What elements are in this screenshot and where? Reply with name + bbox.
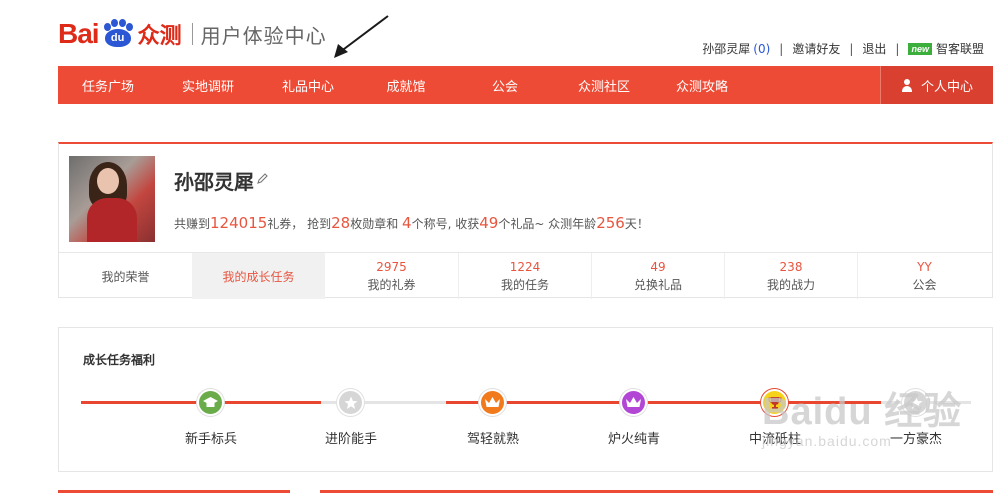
- logo-paw-text: du: [104, 29, 131, 47]
- logo-text: Bai: [58, 18, 100, 49]
- growth-section-title: 成长任务福利: [83, 353, 156, 367]
- gift-count: 49: [479, 214, 499, 232]
- avatar[interactable]: [69, 156, 155, 242]
- stat-label: 我的礼券: [367, 277, 416, 292]
- stat-value: YY: [917, 259, 932, 274]
- star-icon[interactable]: [337, 389, 364, 416]
- tab-label: 我的荣誉: [101, 269, 150, 284]
- baidu-jingyan-watermark: Baidu 经验 jingyan.baidu.com: [762, 391, 963, 449]
- user-icon: [901, 78, 913, 92]
- top-user-links: 孙邵灵犀 (0) | 邀请好友 | 退出 | new 智客联盟: [702, 40, 984, 57]
- nav-item-field-research[interactable]: 实地调研: [158, 76, 258, 95]
- crown-icon[interactable]: [620, 389, 647, 416]
- tab-my-honors[interactable]: 我的荣誉: [59, 253, 192, 299]
- new-badge-icon: new: [908, 42, 932, 55]
- tab-label: 我的成长任务: [222, 269, 295, 284]
- level-label: 驾轻就熟: [466, 432, 519, 447]
- edit-pencil-icon[interactable]: [256, 172, 269, 185]
- stat-label: 公会: [912, 277, 937, 292]
- stat-value: 2975: [376, 259, 407, 274]
- stat-label: 我的战力: [766, 277, 815, 292]
- stat-value: 1224: [509, 259, 541, 274]
- profile-card: 孙邵灵犀 共赚到124015礼券， 抢到28枚勋章和 4个称号, 收获49个礼品…: [58, 142, 993, 299]
- stat-label: 我的任务: [500, 277, 549, 292]
- logo-subtitle: 用户体验中心: [200, 23, 327, 48]
- level-label: 进阶能手: [324, 432, 377, 447]
- nav-item-task-square[interactable]: 任务广场: [58, 76, 158, 95]
- tab-my-coupons[interactable]: 2975 我的礼券: [325, 253, 458, 299]
- nav-item-guide[interactable]: 众测攻略: [652, 76, 752, 95]
- stat-label: 兑换礼品: [633, 277, 682, 292]
- main-nav: 任务广场 实地调研 礼品中心 成就馆 公会 众测社区 众测攻略 个人中心: [58, 66, 993, 104]
- user-center-label: 个人中心: [920, 79, 973, 95]
- level-label: 炉火纯青: [607, 432, 660, 447]
- level-label: 新手标兵: [184, 432, 237, 447]
- profile-summary: 共赚到124015礼券， 抢到28枚勋章和 4个称号, 收获49个礼品~ 众测年…: [174, 214, 649, 232]
- annotation-arrow-icon: [334, 15, 389, 58]
- message-count[interactable]: (0): [753, 42, 770, 56]
- tab-my-growth-tasks[interactable]: 我的成长任务: [192, 253, 325, 299]
- medal-count: 28: [331, 214, 351, 232]
- link-divider: |: [895, 41, 900, 56]
- top-username-link[interactable]: 孙邵灵犀: [702, 40, 750, 57]
- tab-guild[interactable]: YY 公会: [858, 253, 991, 299]
- logout-link[interactable]: 退出: [862, 40, 886, 57]
- graduation-cap-icon[interactable]: [197, 389, 224, 416]
- stat-value: 49: [650, 259, 666, 274]
- link-divider: |: [779, 41, 784, 56]
- baidu-paw-icon: du: [101, 19, 135, 49]
- nav-item-gift-center[interactable]: 礼品中心: [258, 76, 358, 95]
- tab-my-tasks[interactable]: 1224 我的任务: [459, 253, 591, 299]
- coupon-total: 124015: [210, 214, 268, 232]
- nav-item-guild[interactable]: 公会: [455, 76, 555, 95]
- invite-friends-link[interactable]: 邀请好友: [792, 40, 840, 57]
- baidu-zhongce-logo[interactable]: Bai du 众测 用户体验中心: [58, 14, 327, 54]
- user-center-button[interactable]: 个人中心: [880, 66, 993, 104]
- stat-value: 238: [779, 259, 803, 274]
- profile-name: 孙邵灵犀: [174, 170, 254, 194]
- tab-redeem-gifts[interactable]: 49 兑换礼品: [592, 253, 724, 299]
- link-divider: |: [849, 41, 854, 56]
- zhongce-age: 256: [596, 214, 625, 232]
- profile-tabs: 我的荣誉 我的成长任务 2975 我的礼券 1224 我的任务 49 兑换礼品 …: [59, 252, 992, 299]
- title-count: 4: [402, 214, 412, 232]
- tab-my-power[interactable]: 238 我的战力: [725, 253, 857, 299]
- logo-product: 众测: [137, 24, 182, 49]
- logo-divider: [191, 23, 193, 45]
- nav-item-achievements[interactable]: 成就馆: [356, 76, 456, 95]
- alliance-link[interactable]: 智客联盟: [936, 40, 984, 57]
- crown-icon[interactable]: [479, 389, 506, 416]
- nav-item-community[interactable]: 众测社区: [554, 76, 654, 95]
